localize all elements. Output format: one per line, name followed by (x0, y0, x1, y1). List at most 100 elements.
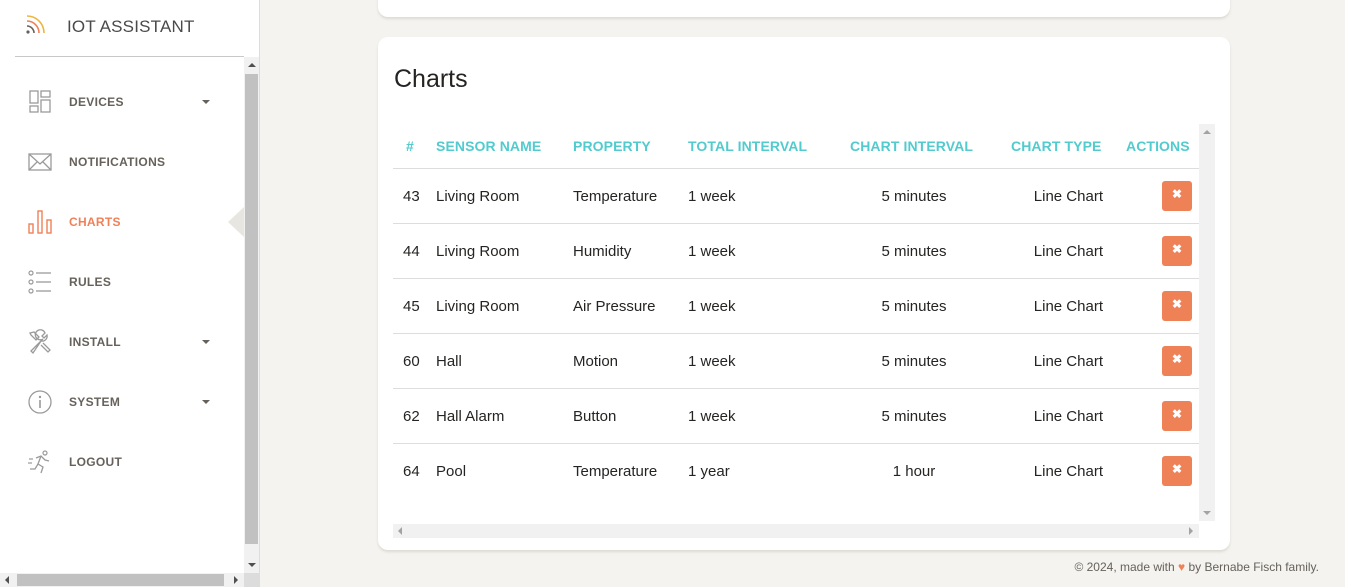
previous-card (378, 0, 1230, 17)
column-header-total-interval: TOTAL INTERVAL (688, 138, 808, 154)
close-icon: ✖ (1171, 242, 1183, 256)
cell-property: Humidity (573, 243, 632, 260)
table-row: 62 Hall Alarm Button 1 week 5 minutes Line Ch… (393, 388, 1199, 443)
cell-chart-interval: 5 minutes (881, 243, 947, 260)
scrollbar-thumb[interactable] (245, 74, 258, 544)
scroll-left-arrow-icon[interactable] (5, 576, 9, 584)
close-icon: ✖ (1171, 297, 1183, 311)
close-icon: ✖ (1171, 352, 1183, 366)
heart-icon: ♥ (1178, 560, 1186, 574)
footer-prefix: © 2024, made with (1074, 560, 1175, 574)
cell-property: Motion (573, 353, 619, 370)
scrollbar-corner (244, 573, 260, 587)
scroll-left-arrow-icon[interactable] (398, 527, 402, 535)
cell-property: Temperature (573, 188, 658, 205)
table-row: 64 Pool Temperature 1 year 1 hour Line Chart ✖ (393, 443, 1199, 498)
cell-sensor-name: Living Room (436, 243, 520, 260)
sidebar-item-install[interactable]: INSTALL (0, 312, 244, 372)
cell-total-interval: 1 week (688, 188, 736, 205)
envelope-icon (28, 153, 52, 171)
delete-button[interactable]: ✖ (1162, 236, 1192, 266)
sidebar-item-label: SYSTEM (69, 395, 121, 409)
sidebar-item-charts[interactable]: CHARTS (0, 192, 244, 252)
cell-total-interval: 1 week (688, 408, 736, 425)
charts-table: # SENSOR NAME PROPERTY TOTAL INTERVAL CH… (393, 124, 1215, 538)
dashboard-grid-icon (29, 90, 51, 113)
cell-chart-type: Line Chart (1033, 463, 1103, 480)
sidebar-item-label: INSTALL (69, 335, 121, 349)
sidebar-item-notifications[interactable]: NOTIFICATIONS (0, 132, 244, 192)
wifi-signal-icon (26, 15, 45, 34)
scroll-right-arrow-icon[interactable] (234, 576, 238, 584)
cell-id: 45 (403, 298, 420, 315)
chevron-down-icon (202, 100, 210, 104)
sidebar-item-rules[interactable]: RULES (0, 252, 244, 312)
close-icon: ✖ (1171, 407, 1183, 421)
chevron-down-icon (202, 400, 210, 404)
cell-chart-interval: 5 minutes (881, 408, 947, 425)
bar-chart-icon (28, 210, 52, 234)
cell-chart-interval: 5 minutes (881, 353, 947, 370)
cell-sensor-name: Pool (436, 463, 467, 480)
brand-title: IOT ASSISTANT (67, 17, 195, 36)
delete-button[interactable]: ✖ (1162, 401, 1192, 431)
cell-chart-interval: 5 minutes (881, 298, 947, 315)
sidebar-vertical-scrollbar[interactable] (244, 57, 259, 573)
cell-chart-interval: 1 hour (892, 463, 936, 480)
column-header-sensor-name: SENSOR NAME (436, 138, 542, 154)
info-circle-icon (28, 390, 52, 414)
sidebar-item-label: CHARTS (69, 215, 121, 229)
cell-chart-type: Line Chart (1033, 353, 1103, 370)
cell-property: Button (573, 408, 617, 425)
column-header-chart-interval: CHART INTERVAL (850, 138, 973, 154)
cell-total-interval: 1 week (688, 298, 736, 315)
cell-chart-type: Line Chart (1033, 243, 1103, 260)
divider (15, 56, 244, 57)
sidebar: IOT ASSISTANT DEVICES NOTIFICATIONS CHAR… (0, 0, 260, 587)
cell-chart-type: Line Chart (1033, 408, 1103, 425)
cell-chart-interval: 5 minutes (881, 188, 947, 205)
close-icon: ✖ (1171, 462, 1183, 476)
scroll-right-arrow-icon[interactable] (1189, 527, 1193, 535)
scroll-down-arrow-icon[interactable] (248, 563, 256, 567)
table-row: 44 Living Room Humidity 1 week 5 minutes Line… (393, 223, 1199, 278)
sidebar-horizontal-scrollbar[interactable] (0, 573, 244, 587)
cell-total-interval: 1 week (688, 353, 736, 370)
active-indicator (228, 207, 244, 237)
table-row: 43 Living Room Temperature 1 week 5 minutes L… (393, 168, 1199, 223)
delete-button[interactable]: ✖ (1162, 181, 1192, 211)
page-title: Charts (394, 65, 468, 93)
sidebar-item-devices[interactable]: DEVICES (0, 72, 244, 132)
sidebar-item-system[interactable]: SYSTEM (0, 372, 244, 432)
sidebar-item-label: RULES (69, 275, 112, 289)
delete-button[interactable]: ✖ (1162, 346, 1192, 376)
sidebar-item-label: NOTIFICATIONS (69, 155, 166, 169)
table-horizontal-scrollbar[interactable] (393, 524, 1199, 538)
cell-id: 60 (403, 353, 420, 370)
column-header-property: PROPERTY (573, 138, 651, 154)
sidebar-item-logout[interactable]: LOGOUT (0, 432, 244, 492)
cell-id: 62 (403, 408, 420, 425)
brand[interactable]: IOT ASSISTANT (0, 0, 260, 57)
cell-total-interval: 1 week (688, 243, 736, 260)
delete-button[interactable]: ✖ (1162, 291, 1192, 321)
column-header-actions: ACTIONS (1126, 138, 1190, 154)
close-icon: ✖ (1171, 187, 1183, 201)
footer-suffix: by Bernabe Fisch family. (1188, 560, 1320, 574)
table-row: 60 Hall Motion 1 week 5 minutes Line Chart ✖ (393, 333, 1199, 388)
scroll-up-arrow-icon[interactable] (1203, 130, 1211, 134)
table-row: 45 Living Room Air Pressure 1 week 5 minutes… (393, 278, 1199, 333)
tools-icon (29, 329, 51, 355)
scroll-up-arrow-icon[interactable] (248, 63, 256, 67)
scroll-down-arrow-icon[interactable] (1203, 511, 1211, 515)
cell-property: Air Pressure (573, 298, 656, 315)
delete-button[interactable]: ✖ (1162, 456, 1192, 486)
cell-sensor-name: Hall Alarm (436, 408, 505, 425)
cell-id: 43 (403, 188, 420, 205)
column-header-chart-type: CHART TYPE (1011, 138, 1102, 154)
chevron-down-icon (202, 340, 210, 344)
table-vertical-scrollbar[interactable] (1199, 124, 1215, 521)
footer: © 2024, made with ♥ by Bernabe Fisch fam… (1074, 560, 1319, 574)
scrollbar-thumb[interactable] (17, 574, 224, 586)
cell-chart-type: Line Chart (1033, 188, 1103, 205)
